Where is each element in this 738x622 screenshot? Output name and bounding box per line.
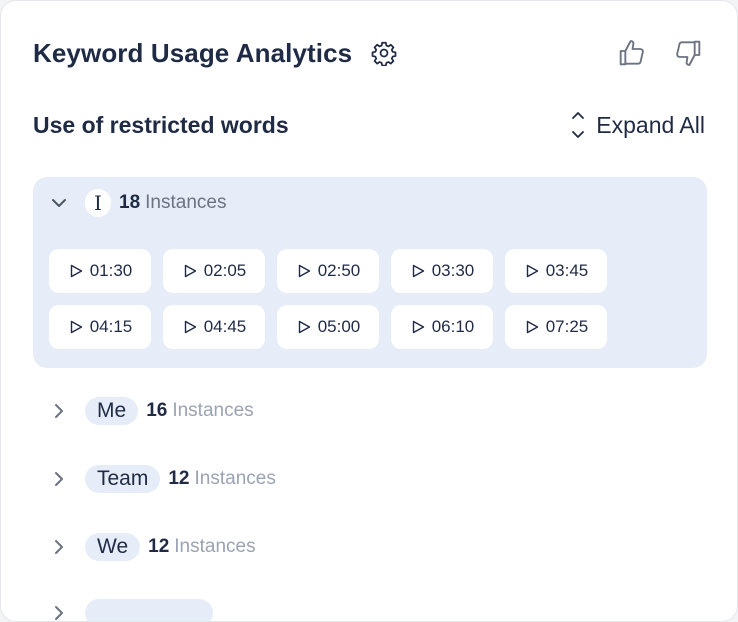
- keyword-row-i[interactable]: I 18 Instances: [49, 187, 226, 219]
- timestamp-button[interactable]: 03:30: [391, 249, 493, 293]
- chevron-right-icon: [49, 531, 85, 563]
- thumbs-up-icon[interactable]: [615, 36, 649, 70]
- keyword-analytics-card: Keyword Usage Analytics Use of restricte…: [0, 0, 738, 622]
- section-title: Use of restricted words: [33, 111, 289, 138]
- chevron-right-icon: [49, 463, 85, 495]
- timestamp-list: 01:30 02:05 02:50 03:30 03:45 04:15 04:4…: [49, 249, 607, 349]
- timestamp-button[interactable]: 07:25: [505, 305, 607, 349]
- play-icon: [70, 264, 82, 278]
- play-icon: [298, 264, 310, 278]
- timestamp-label: 02:05: [203, 261, 247, 280]
- instance-count: 16: [146, 400, 168, 421]
- keyword-pill: I: [85, 189, 111, 217]
- timestamp-label: 01:30: [89, 261, 133, 280]
- keyword-row-partial[interactable]: [49, 597, 213, 621]
- timestamp-label: 06:10: [431, 317, 475, 336]
- expand-all-label: Expand All: [596, 111, 705, 138]
- timestamp-button[interactable]: 04:15: [49, 305, 151, 349]
- keyword-pill: Team: [85, 465, 161, 493]
- play-icon: [184, 320, 196, 334]
- play-icon: [412, 264, 424, 278]
- keyword-row-we[interactable]: We 12 Instances: [49, 531, 256, 563]
- keyword-row-team[interactable]: Team 12 Instances: [49, 463, 276, 495]
- keyword-pill: We: [85, 533, 141, 561]
- play-icon: [412, 320, 424, 334]
- timestamp-label: 02:50: [317, 261, 361, 280]
- chevron-up-down-icon: [572, 112, 585, 138]
- expand-all-button[interactable]: Expand All: [570, 109, 705, 141]
- play-icon: [526, 320, 538, 334]
- instances-label: Instances: [145, 192, 227, 213]
- play-icon: [70, 320, 82, 334]
- instances-label: Instances: [174, 536, 256, 557]
- timestamp-label: 07:25: [545, 317, 589, 336]
- card-header: Keyword Usage Analytics: [33, 31, 705, 75]
- timestamp-button[interactable]: 02:05: [163, 249, 265, 293]
- instance-count: 12: [148, 536, 170, 557]
- chevron-right-icon: [49, 597, 85, 621]
- timestamp-label: 03:30: [431, 261, 475, 280]
- play-icon: [298, 320, 310, 334]
- timestamp-label: 05:00: [317, 317, 361, 336]
- play-icon: [526, 264, 538, 278]
- section-header: Use of restricted words Expand All: [33, 105, 705, 145]
- timestamp-label: 04:15: [89, 317, 133, 336]
- keyword-row-me[interactable]: Me 16 Instances: [49, 395, 254, 427]
- timestamp-button[interactable]: 04:45: [163, 305, 265, 349]
- timestamp-button[interactable]: 06:10: [391, 305, 493, 349]
- thumbs-down-icon[interactable]: [671, 36, 705, 70]
- instances-label: Instances: [172, 400, 254, 421]
- timestamp-label: 04:45: [203, 317, 247, 336]
- keyword-group-i: I 18 Instances 01:30 02:05 02:50 03:30 0…: [33, 177, 707, 368]
- keyword-pill: Me: [85, 397, 139, 425]
- page-title: Keyword Usage Analytics: [33, 37, 353, 68]
- chevron-down-icon: [49, 187, 85, 219]
- timestamp-label: 03:45: [545, 261, 589, 280]
- play-icon: [184, 264, 196, 278]
- gear-icon[interactable]: [370, 39, 398, 67]
- instance-count: 12: [168, 468, 190, 489]
- instance-count: 18: [119, 192, 141, 213]
- timestamp-button[interactable]: 05:00: [277, 305, 379, 349]
- instances-label: Instances: [194, 468, 276, 489]
- chevron-right-icon: [49, 395, 85, 427]
- timestamp-button[interactable]: 03:45: [505, 249, 607, 293]
- timestamp-button[interactable]: 02:50: [277, 249, 379, 293]
- timestamp-button[interactable]: 01:30: [49, 249, 151, 293]
- keyword-pill: [85, 599, 213, 621]
